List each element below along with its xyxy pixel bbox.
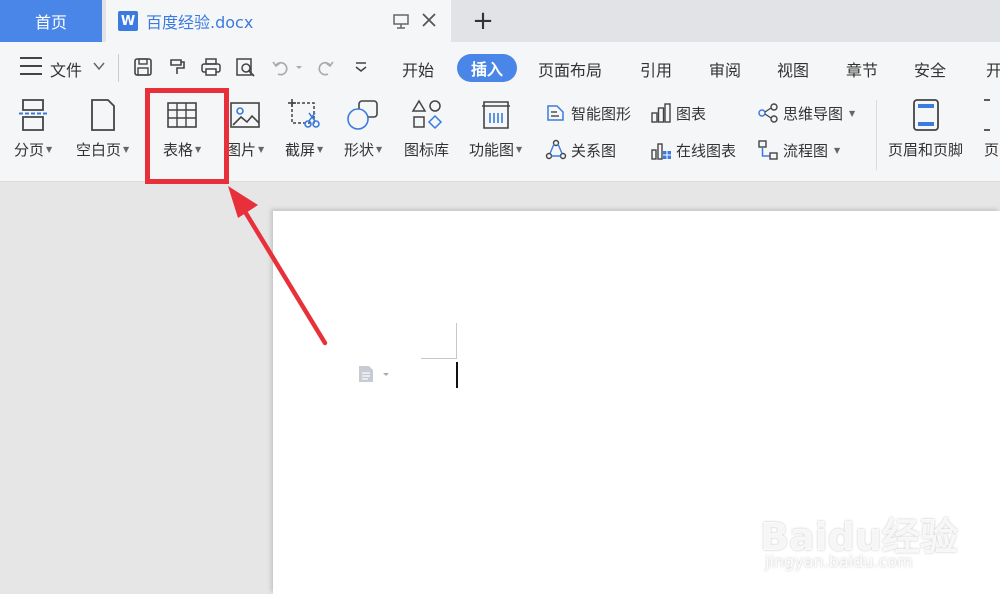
margin-marker-horizontal <box>421 358 457 359</box>
undo-icon[interactable] <box>270 56 292 78</box>
page-break-button[interactable]: 分页 ▼ <box>14 96 52 168</box>
mind-map-icon <box>757 102 779 124</box>
smart-shape-icon <box>545 102 567 124</box>
smart-shape-button[interactable]: 智能图形 <box>545 101 631 125</box>
menu-bar: 文件 开始 插入 页面布局 引用 审阅 视图 章节 安全 开 <box>0 42 1000 92</box>
shape-button[interactable]: 形状 ▼ <box>344 96 382 168</box>
tab-document[interactable]: W 百度经验.docx <box>106 0 451 42</box>
menu-page-layout[interactable]: 页面布局 <box>538 57 602 81</box>
menu-insert[interactable]: 插入 <box>457 54 517 82</box>
relation-chart-label: 关系图 <box>571 141 617 160</box>
flowchart-label: 流程图 <box>783 141 829 160</box>
customize-toolbar-icon[interactable] <box>350 56 372 78</box>
monitor-icon[interactable] <box>392 12 410 30</box>
chart-label: 图表 <box>676 104 707 123</box>
page-number-label: 页 <box>984 141 1000 159</box>
close-icon[interactable] <box>418 8 440 32</box>
format-painter-icon[interactable] <box>166 56 188 78</box>
annotation-highlight-box <box>145 88 229 184</box>
ribbon-divider <box>876 100 877 170</box>
picture-label: 图片 <box>226 141 257 159</box>
menu-review[interactable]: 审阅 <box>709 57 741 81</box>
divider <box>118 54 119 82</box>
blank-page-button[interactable]: 空白页 ▼ <box>76 96 129 168</box>
menu-security[interactable]: 安全 <box>914 57 946 81</box>
page-number-icon <box>984 96 1000 134</box>
mind-map-button[interactable]: 思维导图 ▼ <box>757 101 855 125</box>
tab-home[interactable]: 首页 <box>0 0 102 42</box>
screenshot-icon <box>286 96 322 134</box>
paragraph-layout-icon[interactable] <box>357 364 389 384</box>
flowchart-button[interactable]: 流程图 ▼ <box>757 138 840 162</box>
page-break-label: 分页 <box>14 141 45 159</box>
save-icon[interactable] <box>132 56 154 78</box>
flowchart-icon <box>757 139 779 161</box>
menu-more[interactable]: 开 <box>986 57 1000 81</box>
online-chart-label: 在线图表 <box>676 141 737 160</box>
header-footer-button[interactable]: 页眉和页脚 <box>888 96 963 168</box>
menu-references[interactable]: 引用 <box>640 57 672 81</box>
blank-page-icon <box>85 96 121 134</box>
header-footer-label: 页眉和页脚 <box>888 141 964 159</box>
chart-button[interactable]: 图表 <box>650 101 706 125</box>
icon-library-button[interactable]: 图标库 <box>404 96 449 168</box>
menu-start[interactable]: 开始 <box>402 57 434 81</box>
print-preview-icon[interactable] <box>234 56 256 78</box>
icon-library-label: 图标库 <box>404 141 450 159</box>
page-break-icon <box>15 96 51 134</box>
blank-page-label: 空白页 <box>76 141 122 159</box>
tab-document-title: 百度经验.docx <box>146 13 254 32</box>
baidu-watermark: Baidu经验 jingyan.baidu.com <box>760 486 990 586</box>
screenshot-button[interactable]: 截屏 ▼ <box>285 96 323 168</box>
undo-dropdown-icon[interactable] <box>294 56 304 78</box>
page-number-button[interactable]: 页 <box>984 96 1000 168</box>
picture-button[interactable]: 图片 ▼ <box>226 96 264 168</box>
mind-map-label: 思维导图 <box>783 104 844 123</box>
text-cursor <box>456 362 458 388</box>
bar-chart-icon <box>650 102 672 124</box>
header-footer-icon <box>908 96 944 134</box>
chevron-down-icon[interactable] <box>92 59 106 73</box>
relation-chart-icon <box>545 139 567 161</box>
shape-label: 形状 <box>344 141 375 159</box>
online-chart-icon <box>650 139 672 161</box>
file-menu[interactable]: 文件 <box>50 57 82 81</box>
relation-chart-button[interactable]: 关系图 <box>545 138 616 162</box>
writer-doc-icon: W <box>118 11 138 31</box>
screenshot-label: 截屏 <box>285 141 316 159</box>
function-chart-icon <box>478 96 514 134</box>
picture-icon <box>227 96 263 134</box>
tab-bar: 首页 W 百度经验.docx + <box>0 0 1000 42</box>
icon-library-icon <box>409 96 445 134</box>
redo-icon[interactable] <box>314 56 336 78</box>
new-tab-button[interactable]: + <box>470 6 496 36</box>
online-chart-button[interactable]: 在线图表 <box>650 138 736 162</box>
smart-shape-label: 智能图形 <box>571 104 632 123</box>
menu-view[interactable]: 视图 <box>777 57 809 81</box>
baidu-url: jingyan.baidu.com <box>765 552 913 571</box>
function-chart-button[interactable]: 功能图 ▼ <box>469 96 522 168</box>
print-icon[interactable] <box>200 56 222 78</box>
function-chart-label: 功能图 <box>469 141 515 159</box>
shape-icon <box>345 96 381 134</box>
hamburger-menu-icon[interactable] <box>20 57 42 77</box>
menu-section[interactable]: 章节 <box>846 57 878 81</box>
margin-marker-vertical <box>456 323 457 359</box>
